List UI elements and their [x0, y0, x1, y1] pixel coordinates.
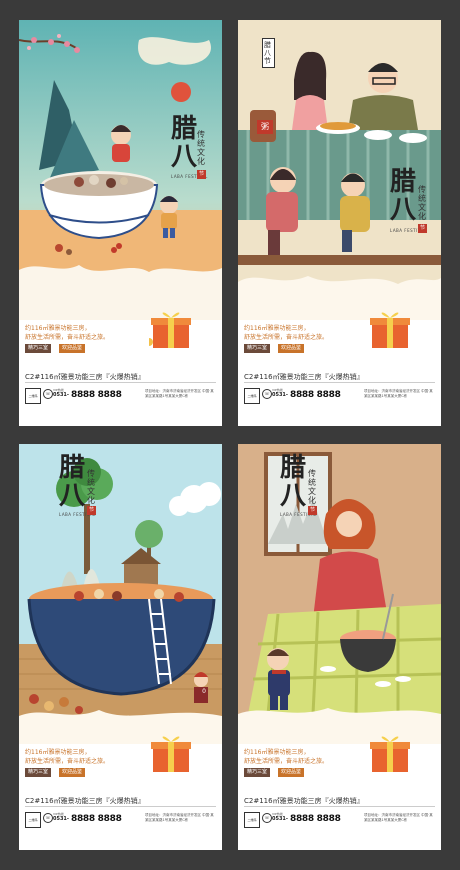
poster-info-panel: 约116㎡雅景功能三房， 舒放生活所需，奋斗舒适之旅。 精巧三室 欢迎品鉴 C2…: [238, 312, 441, 426]
phone-number: 8888 8888: [71, 390, 122, 400]
headline: C2#116㎡雅景功能三房『火爆热销』: [25, 797, 145, 805]
copy-line-2: 舒放生活所需，奋斗舒适之旅。: [25, 758, 110, 765]
qr-code-icon: 二维码: [25, 388, 41, 404]
address: 项目地址：济南市济南省经济开发区 中国·某某区某某路1号某某大厦C栋: [145, 813, 214, 822]
copy-line-1: 约116㎡雅景功能三房，: [25, 325, 91, 332]
poster-2: 腊八节 粥 腊八 传统文化 LABA FESTIVAL 节 约116㎡雅景功能三…: [238, 20, 441, 426]
poster-title: 腊八: [58, 453, 85, 511]
copy-line-1: 约116㎡雅景功能三房，: [244, 325, 310, 332]
address: 项目地址：济南市济南省经济开发区 中国·某某区某某路1号某某大厦C栋: [145, 389, 214, 398]
seal-stamp: 节: [308, 506, 317, 515]
qr-code-icon: 二维码: [244, 812, 260, 828]
phone-icon: ☏: [262, 813, 272, 823]
qr-code-icon: 二维码: [25, 812, 41, 828]
poster-1: 腊八 传统文化 LABA FESTIVAL 节 约116㎡雅景功能三房， 舒放生…: [19, 20, 222, 426]
phone-prefix: 0531-: [272, 816, 288, 822]
copy-line-2: 舒放生活所需，奋斗舒适之旅。: [244, 334, 329, 341]
poster-subtitle: 传统文化: [308, 469, 316, 505]
divider: [244, 806, 435, 807]
headline: C2#116㎡雅景功能三房『火爆热销』: [25, 373, 145, 381]
copy-line-1: 约116㎡雅景功能三房，: [25, 749, 91, 756]
copy-line-2: 舒放生活所需，奋斗舒适之旅。: [244, 758, 329, 765]
phone-number: 8888 8888: [71, 814, 122, 824]
phone-prefix: 0531-: [53, 392, 69, 398]
poster-4-illustration: [238, 444, 441, 744]
tag-rooms: 精巧三室: [25, 768, 52, 777]
gift-box-icon: [151, 736, 191, 772]
poster-3-illustration: [19, 444, 222, 744]
headline: C2#116㎡雅景功能三房『火爆热销』: [244, 373, 364, 381]
gift-box-icon: [370, 736, 410, 772]
seal-stamp: 节: [418, 224, 427, 233]
gift-box-icon: [149, 312, 191, 348]
poster-subtitle: 传统文化: [87, 469, 95, 505]
qr-code-icon: 二维码: [244, 388, 260, 404]
poster-subtitle: 传统文化: [418, 185, 426, 221]
address: 项目地址：济南市济南省经济开发区 中国·某某区某某路1号某某大厦C栋: [364, 813, 433, 822]
phone-icon: ☏: [43, 389, 53, 399]
contact-footer: 二维码 ☏ VIP热线 0531- 8888 8888 项目地址：济南市济南省经…: [244, 386, 435, 408]
phone-prefix: 0531-: [272, 392, 288, 398]
porridge-jar-label: 粥: [257, 120, 273, 134]
poster-info-panel: 约116㎡雅景功能三房， 舒放生活所需，奋斗舒适之旅。 精巧三室 欢迎品鉴 C2…: [19, 312, 222, 426]
poster-3: 腊八 传统文化 LABA FESTIVAL 节 0 约116㎡雅景功能三房， 舒…: [19, 444, 222, 850]
contact-footer: 二维码 ☏ VIP热线 0531- 8888 8888 项目地址：济南市济南省经…: [244, 810, 435, 832]
divider: [25, 382, 216, 383]
tag-welcome: 欢迎品鉴: [278, 768, 305, 777]
contact-footer: 二维码 ☏ VIP热线 0531- 8888 8888 项目地址：济南市济南省经…: [25, 810, 216, 832]
phone-icon: ☏: [43, 813, 53, 823]
tag-rooms: 精巧三室: [244, 768, 271, 777]
tag-rooms: 精巧三室: [25, 344, 52, 353]
phone-icon: ☏: [262, 389, 272, 399]
tag-welcome: 欢迎品鉴: [59, 344, 86, 353]
seal-stamp: 节: [197, 170, 206, 179]
phone-prefix: 0531-: [53, 816, 69, 822]
headline: C2#116㎡雅景功能三房『火爆热销』: [244, 797, 364, 805]
phone-number: 8888 8888: [290, 814, 341, 824]
poster-title: 腊八: [279, 453, 306, 511]
gift-box-icon: [370, 312, 410, 348]
poster-info-panel: 约116㎡雅景功能三房， 舒放生活所需，奋斗舒适之旅。 精巧三室 欢迎品鉴 C2…: [19, 736, 222, 850]
seal-stamp: 节: [87, 506, 96, 515]
copy-line-1: 约116㎡雅景功能三房，: [244, 749, 310, 756]
poster-title: 腊八: [389, 167, 416, 225]
divider: [25, 806, 216, 807]
poster-4: 腊八 传统文化 LABA FESTIVAL 节 约116㎡雅景功能三房， 舒放生…: [238, 444, 441, 850]
contact-footer: 二维码 ☏ VIP热线 0531- 8888 8888 项目地址：济南市济南省经…: [25, 386, 216, 408]
poster-info-panel: 约116㎡雅景功能三房， 舒放生活所需，奋斗舒适之旅。 精巧三室 欢迎品鉴 C2…: [238, 736, 441, 850]
side-label: 腊八节: [262, 38, 275, 68]
kid-shirt-number: 0: [202, 688, 206, 695]
tag-rooms: 精巧三室: [244, 344, 271, 353]
poster-subtitle: 传统文化: [197, 130, 205, 166]
tag-welcome: 欢迎品鉴: [59, 768, 86, 777]
copy-line-2: 舒放生活所需，奋斗舒适之旅。: [25, 334, 110, 341]
address: 项目地址：济南市济南省经济开发区 中国·某某区某某路1号某某大厦C栋: [364, 389, 433, 398]
tag-welcome: 欢迎品鉴: [278, 344, 305, 353]
phone-number: 8888 8888: [290, 390, 341, 400]
divider: [244, 382, 435, 383]
poster-title: 腊八: [170, 114, 197, 172]
